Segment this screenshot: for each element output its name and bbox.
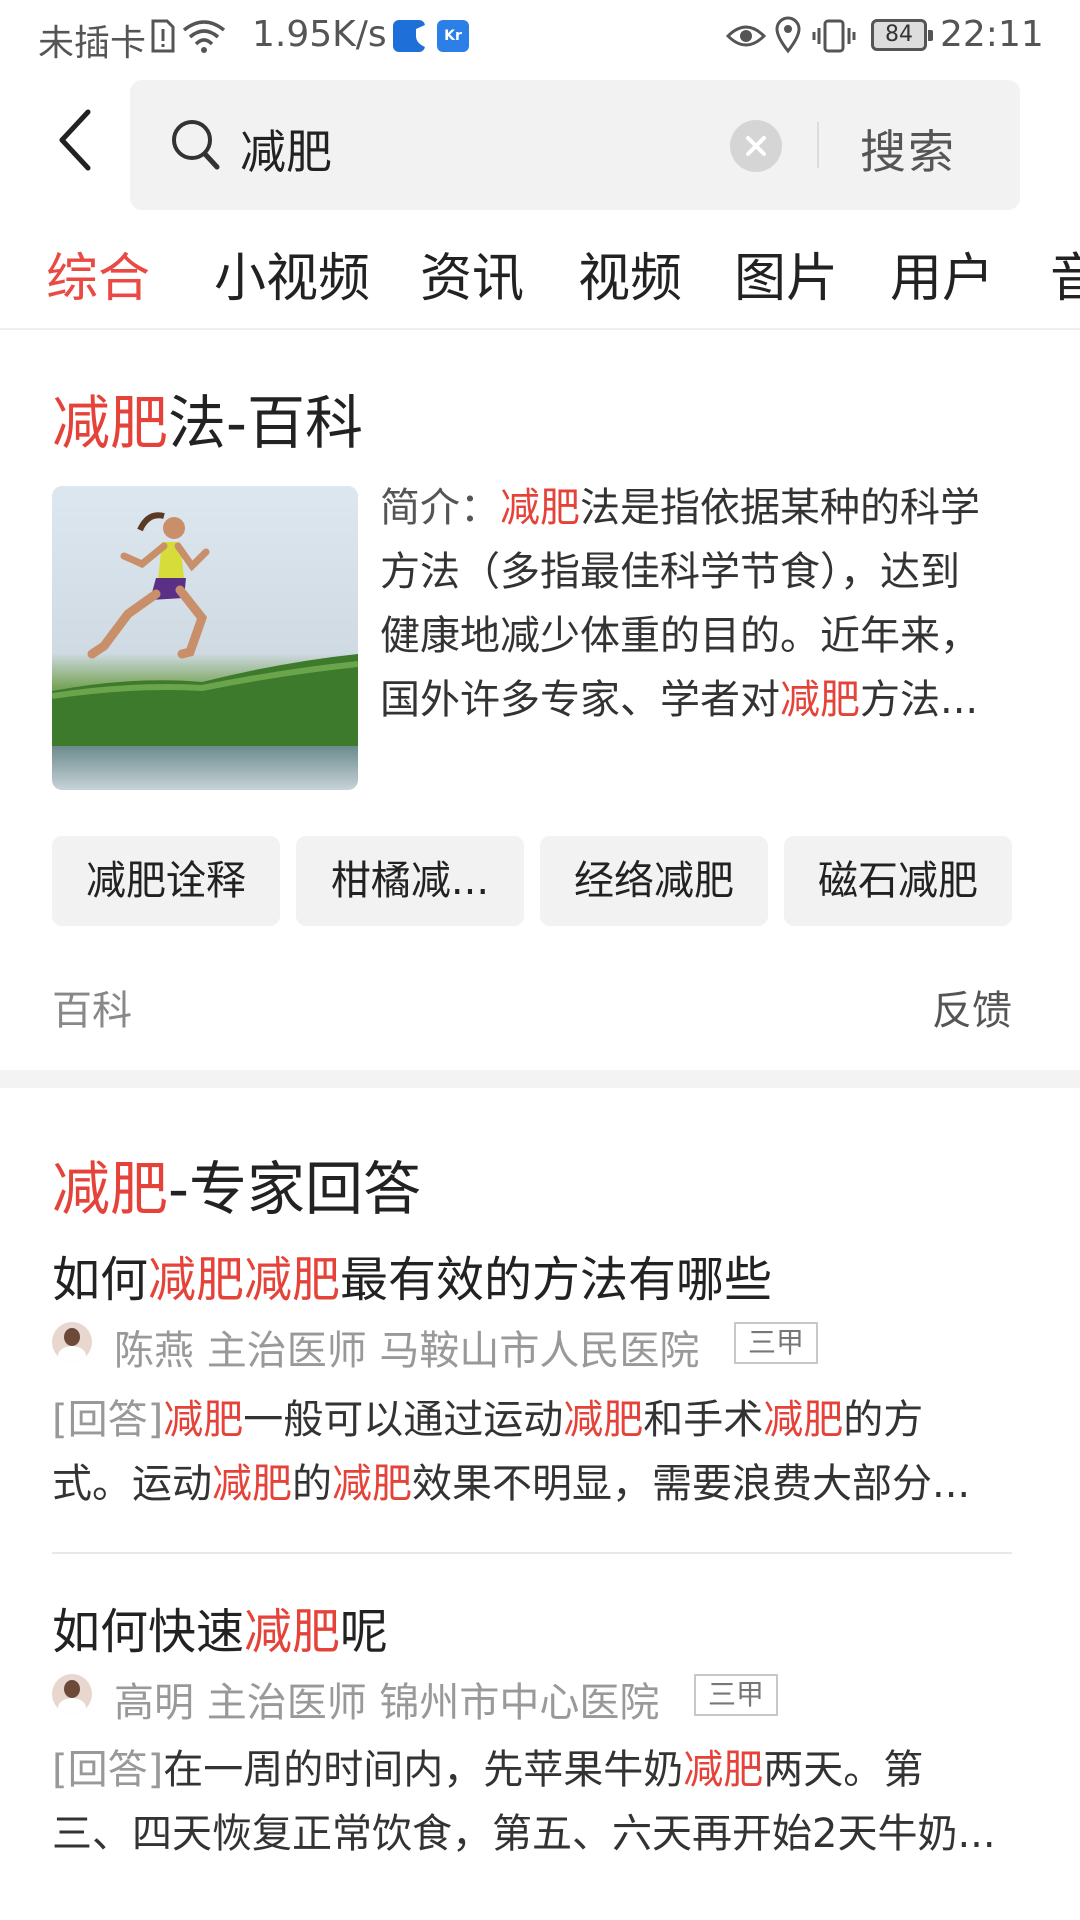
chip-interpretation[interactable]: 减肥诠释 (52, 836, 280, 926)
status-bar: 未插卡 1.95K/s Kr 84 22:11 (0, 0, 1080, 76)
item-divider (52, 1552, 1012, 1554)
tab-images[interactable]: 图片 (734, 236, 838, 311)
search-box[interactable]: 减肥 搜索 (130, 80, 1020, 210)
search-button[interactable]: 搜索 (860, 116, 956, 182)
back-button[interactable] (52, 106, 112, 186)
network-speed: 1.95K/s (252, 14, 387, 55)
chip-meridian[interactable]: 经络减肥 (540, 836, 768, 926)
carrier-text: 未插卡 (38, 23, 147, 64)
hospital-grade-badge: 三甲 (734, 1322, 819, 1364)
encyclopedia-title[interactable]: 减肥法-百科 (52, 376, 363, 460)
location-icon (775, 16, 801, 54)
clock-time: 22:11 (940, 14, 1044, 55)
answer-snippet[interactable]: [回答]在一周的时间内，先苹果牛奶减肥两天。第 三、四天恢复正常饮食，第五、六天… (52, 1738, 1012, 1866)
tab-video[interactable]: 视频 (578, 236, 682, 311)
category-tabs: 综合 小视频 资讯 视频 图片 用户 音 (0, 232, 1080, 330)
feedback-button[interactable]: 反馈 (932, 978, 1012, 1036)
tab-comprehensive[interactable]: 综合 (46, 236, 150, 311)
sim-alert-icon (151, 19, 175, 53)
wifi-icon (182, 20, 226, 53)
tab-short-video[interactable]: 小视频 (214, 236, 370, 311)
question-title[interactable]: 如何减肥减肥最有效的方法有哪些 (52, 1240, 772, 1310)
chevron-left-icon (59, 109, 91, 171)
hospital-grade-badge: 三甲 (694, 1674, 779, 1716)
encyclopedia-footer: 百科 反馈 (52, 978, 1012, 1036)
search-input[interactable]: 减肥 (240, 116, 332, 182)
36kr-app-icon: Kr (437, 20, 469, 52)
tab-users[interactable]: 用户 (890, 236, 994, 311)
doctor-name: 陈燕 主治医师 马鞍山市人民医院 (114, 1328, 700, 1374)
doctor-avatar (52, 1322, 92, 1362)
doctor-avatar (52, 1674, 92, 1714)
encyclopedia-summary[interactable]: 简介：减肥法是指依据某种的科学 方法（多指最佳科学节食），达到 健康地减少体重的… (380, 476, 1012, 732)
search-bar: 减肥 搜索 (0, 80, 1080, 210)
related-chips: 减肥诠释 柑橘减... 经络减肥 磁石减肥 (52, 836, 1012, 926)
source-label[interactable]: 百科 (52, 988, 132, 1034)
chip-magnet[interactable]: 磁石减肥 (784, 836, 1012, 926)
tab-news[interactable]: 资讯 (420, 236, 524, 311)
search-divider (817, 122, 819, 168)
close-icon (746, 136, 766, 156)
vibrate-icon (812, 19, 856, 53)
question-title[interactable]: 如何快速减肥呢 (52, 1592, 388, 1662)
tab-music[interactable]: 音 (1050, 236, 1080, 311)
doctor-name: 高明 主治医师 锦州市中心医院 (114, 1680, 660, 1726)
shield-app-icon (393, 20, 434, 52)
answer-snippet[interactable]: [回答]减肥一般可以通过运动减肥和手术减肥的方 式。运动减肥的减肥效果不明显，需… (52, 1388, 1012, 1516)
experts-title[interactable]: 减肥-专家回答 (52, 1142, 421, 1226)
runner-image (52, 512, 358, 746)
encyclopedia-thumbnail[interactable] (52, 486, 358, 790)
doctor-info: 陈燕 主治医师 马鞍山市人民医院 三甲 (52, 1318, 1012, 1374)
eye-icon (726, 25, 766, 47)
battery-indicator: 84 (871, 19, 933, 51)
doctor-info: 高明 主治医师 锦州市中心医院 三甲 (52, 1670, 1012, 1726)
search-icon (172, 120, 220, 170)
clear-search-button[interactable] (730, 120, 782, 172)
chip-citrus[interactable]: 柑橘减... (296, 836, 524, 926)
section-separator (0, 1070, 1080, 1088)
